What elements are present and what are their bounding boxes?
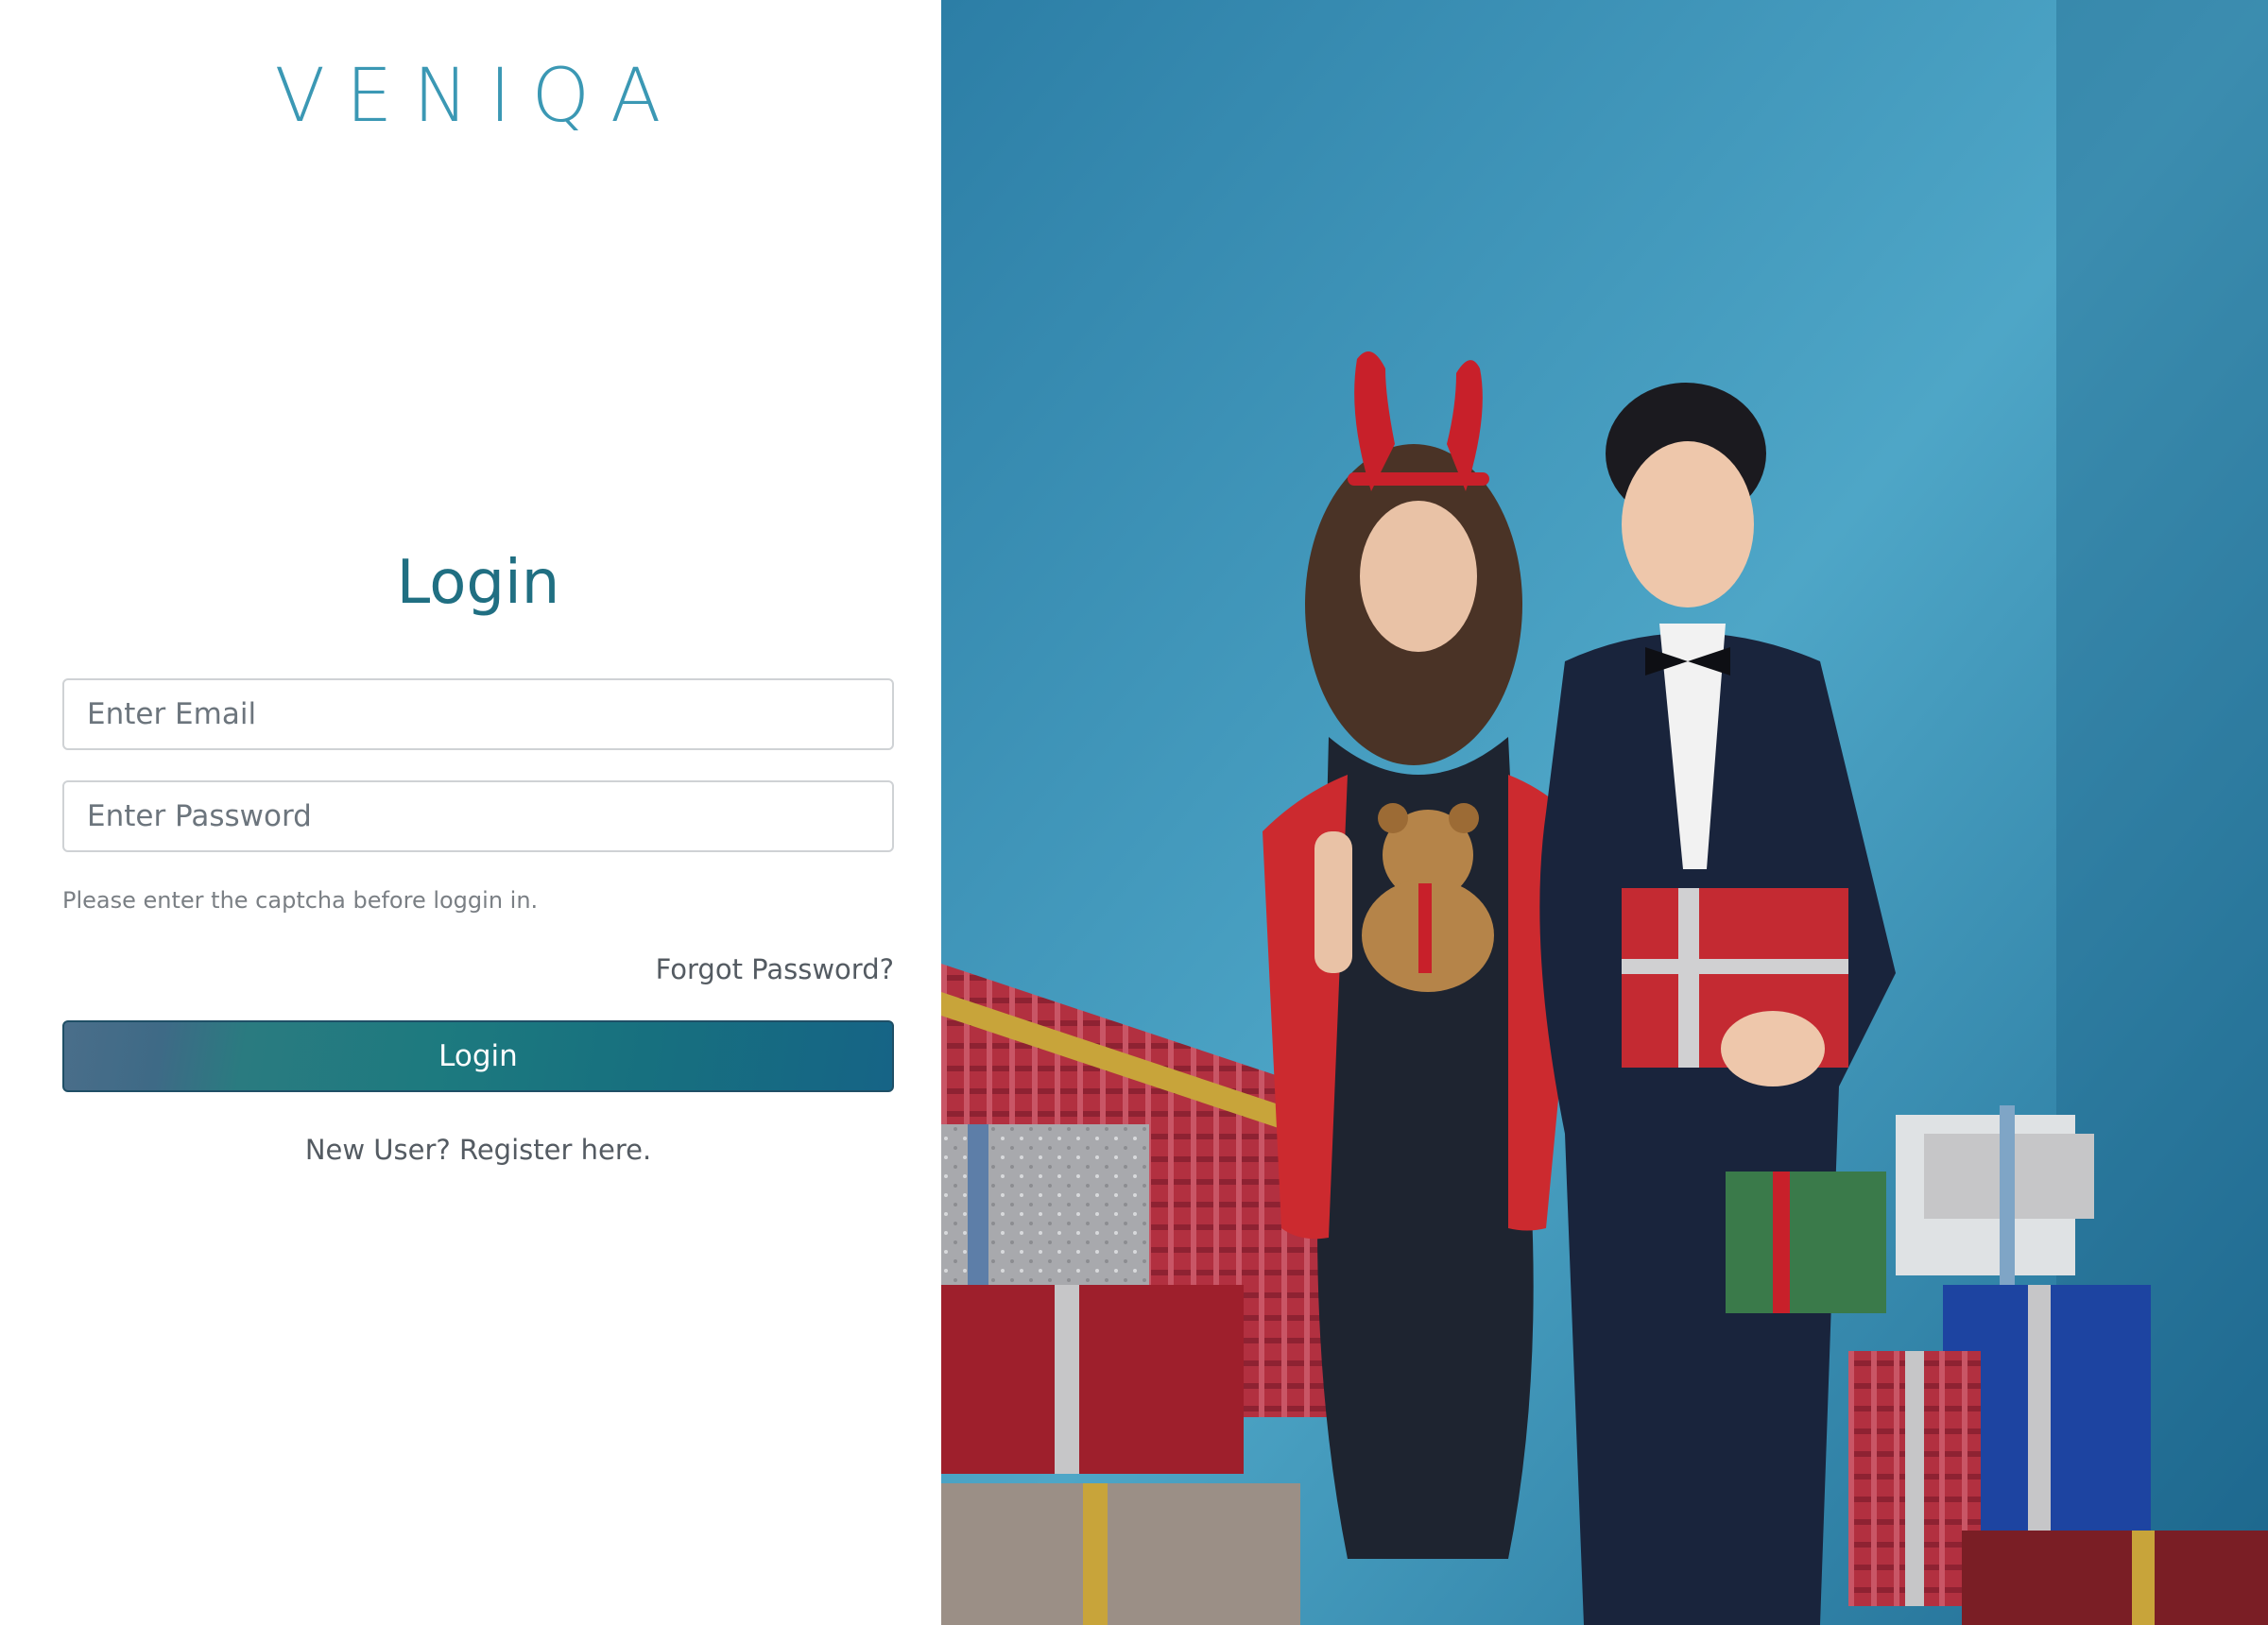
page-title: Login xyxy=(396,548,560,618)
couple-holiday-image xyxy=(941,0,2268,1625)
login-page: VENIQA Login Please enter the captcha be… xyxy=(0,0,2268,1625)
brand-logo: VENIQA xyxy=(274,54,682,139)
login-panel: VENIQA Login Please enter the captcha be… xyxy=(0,0,941,1625)
password-field[interactable] xyxy=(62,780,894,852)
hero-photo xyxy=(941,0,2268,1625)
login-button[interactable]: Login xyxy=(62,1020,894,1092)
register-link[interactable]: New User? Register here. xyxy=(0,1130,956,1170)
forgot-password-link[interactable]: Forgot Password? xyxy=(656,949,894,989)
captcha-notice: Please enter the captcha before loggin i… xyxy=(62,887,539,914)
email-field[interactable] xyxy=(62,678,894,750)
